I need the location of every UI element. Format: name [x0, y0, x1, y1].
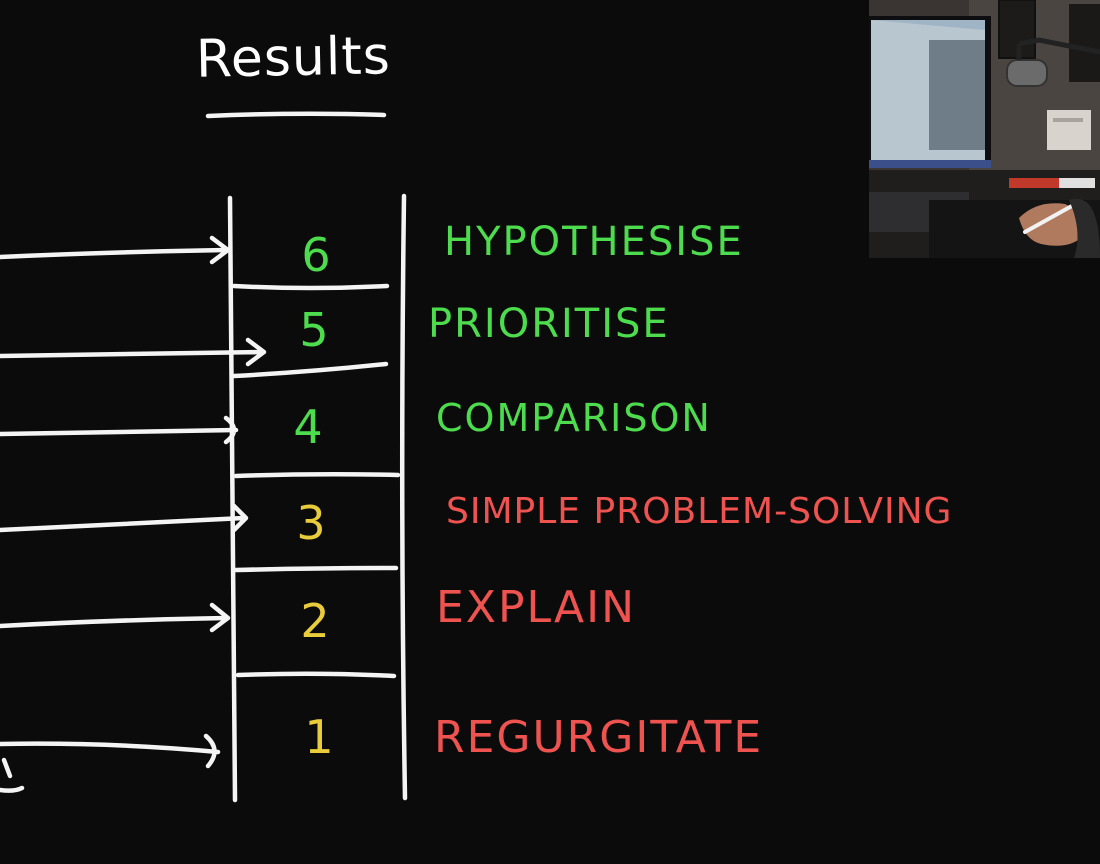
ladder-rung	[235, 671, 397, 679]
level-label-1: REGURGITATE	[434, 712, 764, 763]
ladder-rung	[233, 471, 401, 479]
level-number-6: 6	[301, 228, 331, 282]
wall-frame-icon	[1069, 4, 1100, 82]
arrow-to-level-6	[0, 235, 231, 265]
level-number-1: 1	[304, 710, 334, 764]
ladder-rung	[231, 361, 389, 379]
level-number-3: 3	[296, 496, 326, 550]
partial-mark	[0, 757, 25, 793]
level-label-4: COMPARISON	[436, 396, 712, 440]
level-label-5: PRIORITISE	[428, 301, 670, 347]
arrow-to-level-5	[0, 337, 267, 367]
arrow-to-level-1	[0, 733, 221, 769]
level-label-2: EXPLAIN	[436, 582, 636, 633]
ladder-rung	[231, 283, 390, 291]
ladder-right-rail	[399, 193, 408, 801]
whiteboard-canvas: Results 6 5 4 3 2 1 HYPOTHESISE PRIORITI…	[0, 0, 1100, 864]
presenter-webcam	[869, 0, 1100, 258]
ladder-rung	[233, 565, 399, 573]
level-label-3: SIMPLE PROBLEM-SOLVING	[446, 491, 953, 532]
ladder-left-rail	[227, 195, 238, 803]
title-underline	[205, 111, 387, 119]
page-title: Results	[195, 26, 392, 90]
level-number-4: 4	[293, 400, 323, 454]
level-number-2: 2	[300, 594, 330, 648]
webcam-scene	[869, 0, 1100, 258]
monitor-icon	[869, 16, 991, 168]
level-label-6: HYPOTHESISE	[444, 219, 744, 265]
level-number-5: 5	[299, 303, 329, 357]
arrow-to-level-2	[0, 602, 231, 633]
arrow-to-level-3	[0, 503, 249, 533]
arrow-to-level-4	[0, 415, 239, 445]
